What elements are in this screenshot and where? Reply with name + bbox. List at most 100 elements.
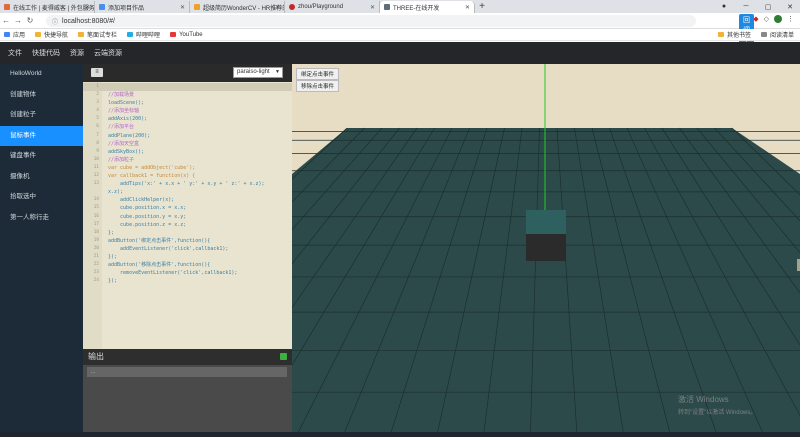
forward-icon[interactable]: → xyxy=(12,16,24,25)
extension-icon[interactable]: ◇ xyxy=(764,15,769,23)
code-line[interactable]: 10 //添加粒子 xyxy=(83,156,292,164)
browser-tab[interactable]: 在线工作 | 麦得威客 | 外包服务 ✕ xyxy=(0,1,95,13)
sidebar-item-camera[interactable]: 摄像机 xyxy=(0,167,83,188)
reload-icon[interactable]: ↻ xyxy=(24,16,36,25)
bookmark-item[interactable]: 其他书签 xyxy=(717,30,751,39)
sidebar-item-create-particle[interactable]: 创建粒子 xyxy=(0,105,83,126)
three-scene-viewport[interactable]: 绑定点击事件 移除点击事件 激活 Windows 转到"设置"以激活 Windo… xyxy=(292,64,800,437)
address-bar-row: ← → ↻ ⓘ localhost:8080/#/ 回调上传 ☆ ◆ ◇ ⋮ xyxy=(0,13,800,56)
windows-activation-watermark: 激活 Windows 转到"设置"以激活 Windows。 xyxy=(678,394,756,416)
line-number: 10 xyxy=(93,156,99,162)
theme-select[interactable]: paraiso-light ▼ xyxy=(233,67,283,78)
bilibili-icon xyxy=(127,32,134,37)
code-line[interactable]: 1 xyxy=(83,83,292,92)
bookmark-item[interactable]: YouTube xyxy=(170,32,203,38)
code-line[interactable]: 20 addEventListener('click',callback1); xyxy=(83,245,292,253)
code-line[interactable]: 18}; xyxy=(83,229,292,237)
code-line[interactable]: 19 addButton('绑定点击事件',function(){ xyxy=(83,237,292,245)
code-line[interactable]: 8 //添加天空盒 xyxy=(83,140,292,148)
sidebar-item-picking[interactable]: 拾取选中 xyxy=(0,187,83,208)
code-line[interactable]: 6 //添加平台 xyxy=(83,123,292,131)
tab-title: 在线工作 | 麦得威客 | 外包服务 xyxy=(13,5,95,12)
menu-item-file[interactable]: 文件 xyxy=(8,48,22,58)
code-text: }; xyxy=(108,229,115,236)
code-editor[interactable]: ≡ paraiso-light ▼ 1 2//加载场景 3 loadScene(); 4… xyxy=(83,64,292,349)
taskbar xyxy=(0,432,800,437)
url-input[interactable]: ⓘ localhost:8080/#/ xyxy=(46,15,696,27)
remove-click-event-button[interactable]: 移除点击事件 xyxy=(296,80,340,92)
line-number: 3 xyxy=(96,100,99,106)
code-line[interactable]: 7 addPlane(200); xyxy=(83,132,292,140)
editor-toolbar: ≡ paraiso-light ▼ xyxy=(83,64,292,82)
code-line[interactable]: 9 addSkyBox(); xyxy=(83,148,292,156)
code-line[interactable]: 12 var callback1 = function(x) { xyxy=(83,172,292,180)
code-area[interactable]: 1 2//加载场景 3 loadScene(); 4//添加坐标轴 5 addAxis(20… xyxy=(83,83,292,285)
code-line[interactable]: 2 //加载场景 xyxy=(83,91,292,99)
close-icon[interactable]: ✕ xyxy=(180,4,185,11)
youtube-icon xyxy=(170,32,177,37)
extension-icon[interactable]: ◆ xyxy=(753,15,758,23)
close-icon[interactable]: ✕ xyxy=(465,4,470,11)
bookmark-item[interactable]: 应用 xyxy=(4,30,25,39)
folder-icon xyxy=(717,32,724,37)
code-line[interactable]: 5 addAxis(200); xyxy=(83,115,292,123)
sidebar-item-create-object[interactable]: 创建物体 xyxy=(0,85,83,106)
profile-icon[interactable]: ● xyxy=(714,3,734,10)
browser-tab-active[interactable]: THREE-在线开发 ✕ xyxy=(380,1,475,13)
browser-tab[interactable]: zhou/Playground ✕ xyxy=(285,1,380,13)
window-controls: ● ─ ▢ ✕ xyxy=(714,0,800,13)
sidebar-item-mouse-event[interactable]: 鼠标事件 xyxy=(0,125,83,146)
bookmark-item[interactable]: 阅读清单 xyxy=(760,30,794,39)
code-text: addTips('x:' + x.x + ' y:' + x.y + ' z:'… xyxy=(108,181,265,188)
code-text: //添加天空盒 xyxy=(108,140,140,147)
maximize-icon[interactable]: ▢ xyxy=(758,3,778,11)
menu-item-resources[interactable]: 资源 xyxy=(70,48,84,58)
code-line[interactable]: 3 loadScene(); xyxy=(83,99,292,107)
code-text: addAxis(200); xyxy=(108,116,148,123)
bookmark-item[interactable]: 哔哩哔哩 xyxy=(127,30,160,39)
clear-output-icon[interactable] xyxy=(280,353,287,360)
bookmark-item[interactable]: 快捷导航 xyxy=(35,30,68,39)
line-number: 16 xyxy=(93,213,99,219)
close-icon[interactable]: ✕ xyxy=(275,4,280,11)
info-icon[interactable]: ⓘ xyxy=(52,17,58,26)
code-line[interactable]: 16 cube.position.y = x.y; xyxy=(83,213,292,221)
close-icon[interactable]: ✕ xyxy=(370,4,375,11)
avatar[interactable] xyxy=(774,15,782,23)
code-line[interactable]: x.z); xyxy=(83,188,292,196)
menu-item-snippets[interactable]: 快捷代码 xyxy=(32,48,60,58)
code-line[interactable]: 23 removeEventListener('click',callback1… xyxy=(83,269,292,277)
code-line[interactable]: 11 var cube = addObject('cube'); xyxy=(83,164,292,172)
browser-tab[interactable]: 添加项目作品 ✕ xyxy=(95,1,190,13)
code-line[interactable]: 4 //添加坐标轴 xyxy=(83,107,292,115)
menu-item-cloud-resources[interactable]: 云端资源 xyxy=(94,48,122,58)
new-tab-button[interactable]: + xyxy=(475,1,489,13)
line-number: 15 xyxy=(93,205,99,211)
extensions: 回调上传 ☆ ◆ ◇ ⋮ xyxy=(739,14,794,56)
code-line[interactable]: 21}); xyxy=(83,253,292,261)
code-line[interactable]: 13 addTips('x:' + x.x + ' y:' + x.y + ' … xyxy=(83,180,292,188)
menu-icon[interactable]: ⋮ xyxy=(787,15,794,23)
code-line[interactable]: 22 addButton('移除点击事件',function(){ xyxy=(83,261,292,269)
close-window-icon[interactable]: ✕ xyxy=(780,3,800,11)
minimize-icon[interactable]: ─ xyxy=(736,3,756,10)
line-number: 20 xyxy=(93,245,99,251)
back-icon[interactable]: ← xyxy=(0,16,12,25)
sidebar-item-first-person[interactable]: 第一人称行走 xyxy=(0,208,83,229)
close-icon[interactable]: ✕ xyxy=(85,4,90,11)
output-console-input[interactable]: ... xyxy=(87,367,287,377)
favicon-icon xyxy=(194,4,200,10)
code-line[interactable]: 15 cube.position.x = x.x; xyxy=(83,204,292,212)
code-line[interactable]: 17 cube.position.z = x.z; xyxy=(83,221,292,229)
bookmark-label: 其他书签 xyxy=(726,33,751,39)
browser-tab-bar: 在线工作 | 麦得威客 | 外包服务 ✕ 添加项目作品 ✕ 超级简历WonderCV… xyxy=(0,0,800,13)
code-text: //添加坐标轴 xyxy=(108,108,140,115)
format-icon[interactable]: ≡ xyxy=(91,68,103,77)
code-line[interactable]: 24}); xyxy=(83,277,292,285)
bookmark-item[interactable]: 笔面试专栏 xyxy=(78,30,117,39)
sidebar-item-keyboard-event[interactable]: 键盘事件 xyxy=(0,146,83,167)
bind-click-event-button[interactable]: 绑定点击事件 xyxy=(296,68,340,80)
browser-tab[interactable]: 超级简历WonderCV - HR推荐的 ✕ xyxy=(190,1,285,13)
code-line[interactable]: 14 addClickHelper(x); xyxy=(83,196,292,204)
sidebar-item-helloworld[interactable]: HelloWorld xyxy=(0,64,83,85)
